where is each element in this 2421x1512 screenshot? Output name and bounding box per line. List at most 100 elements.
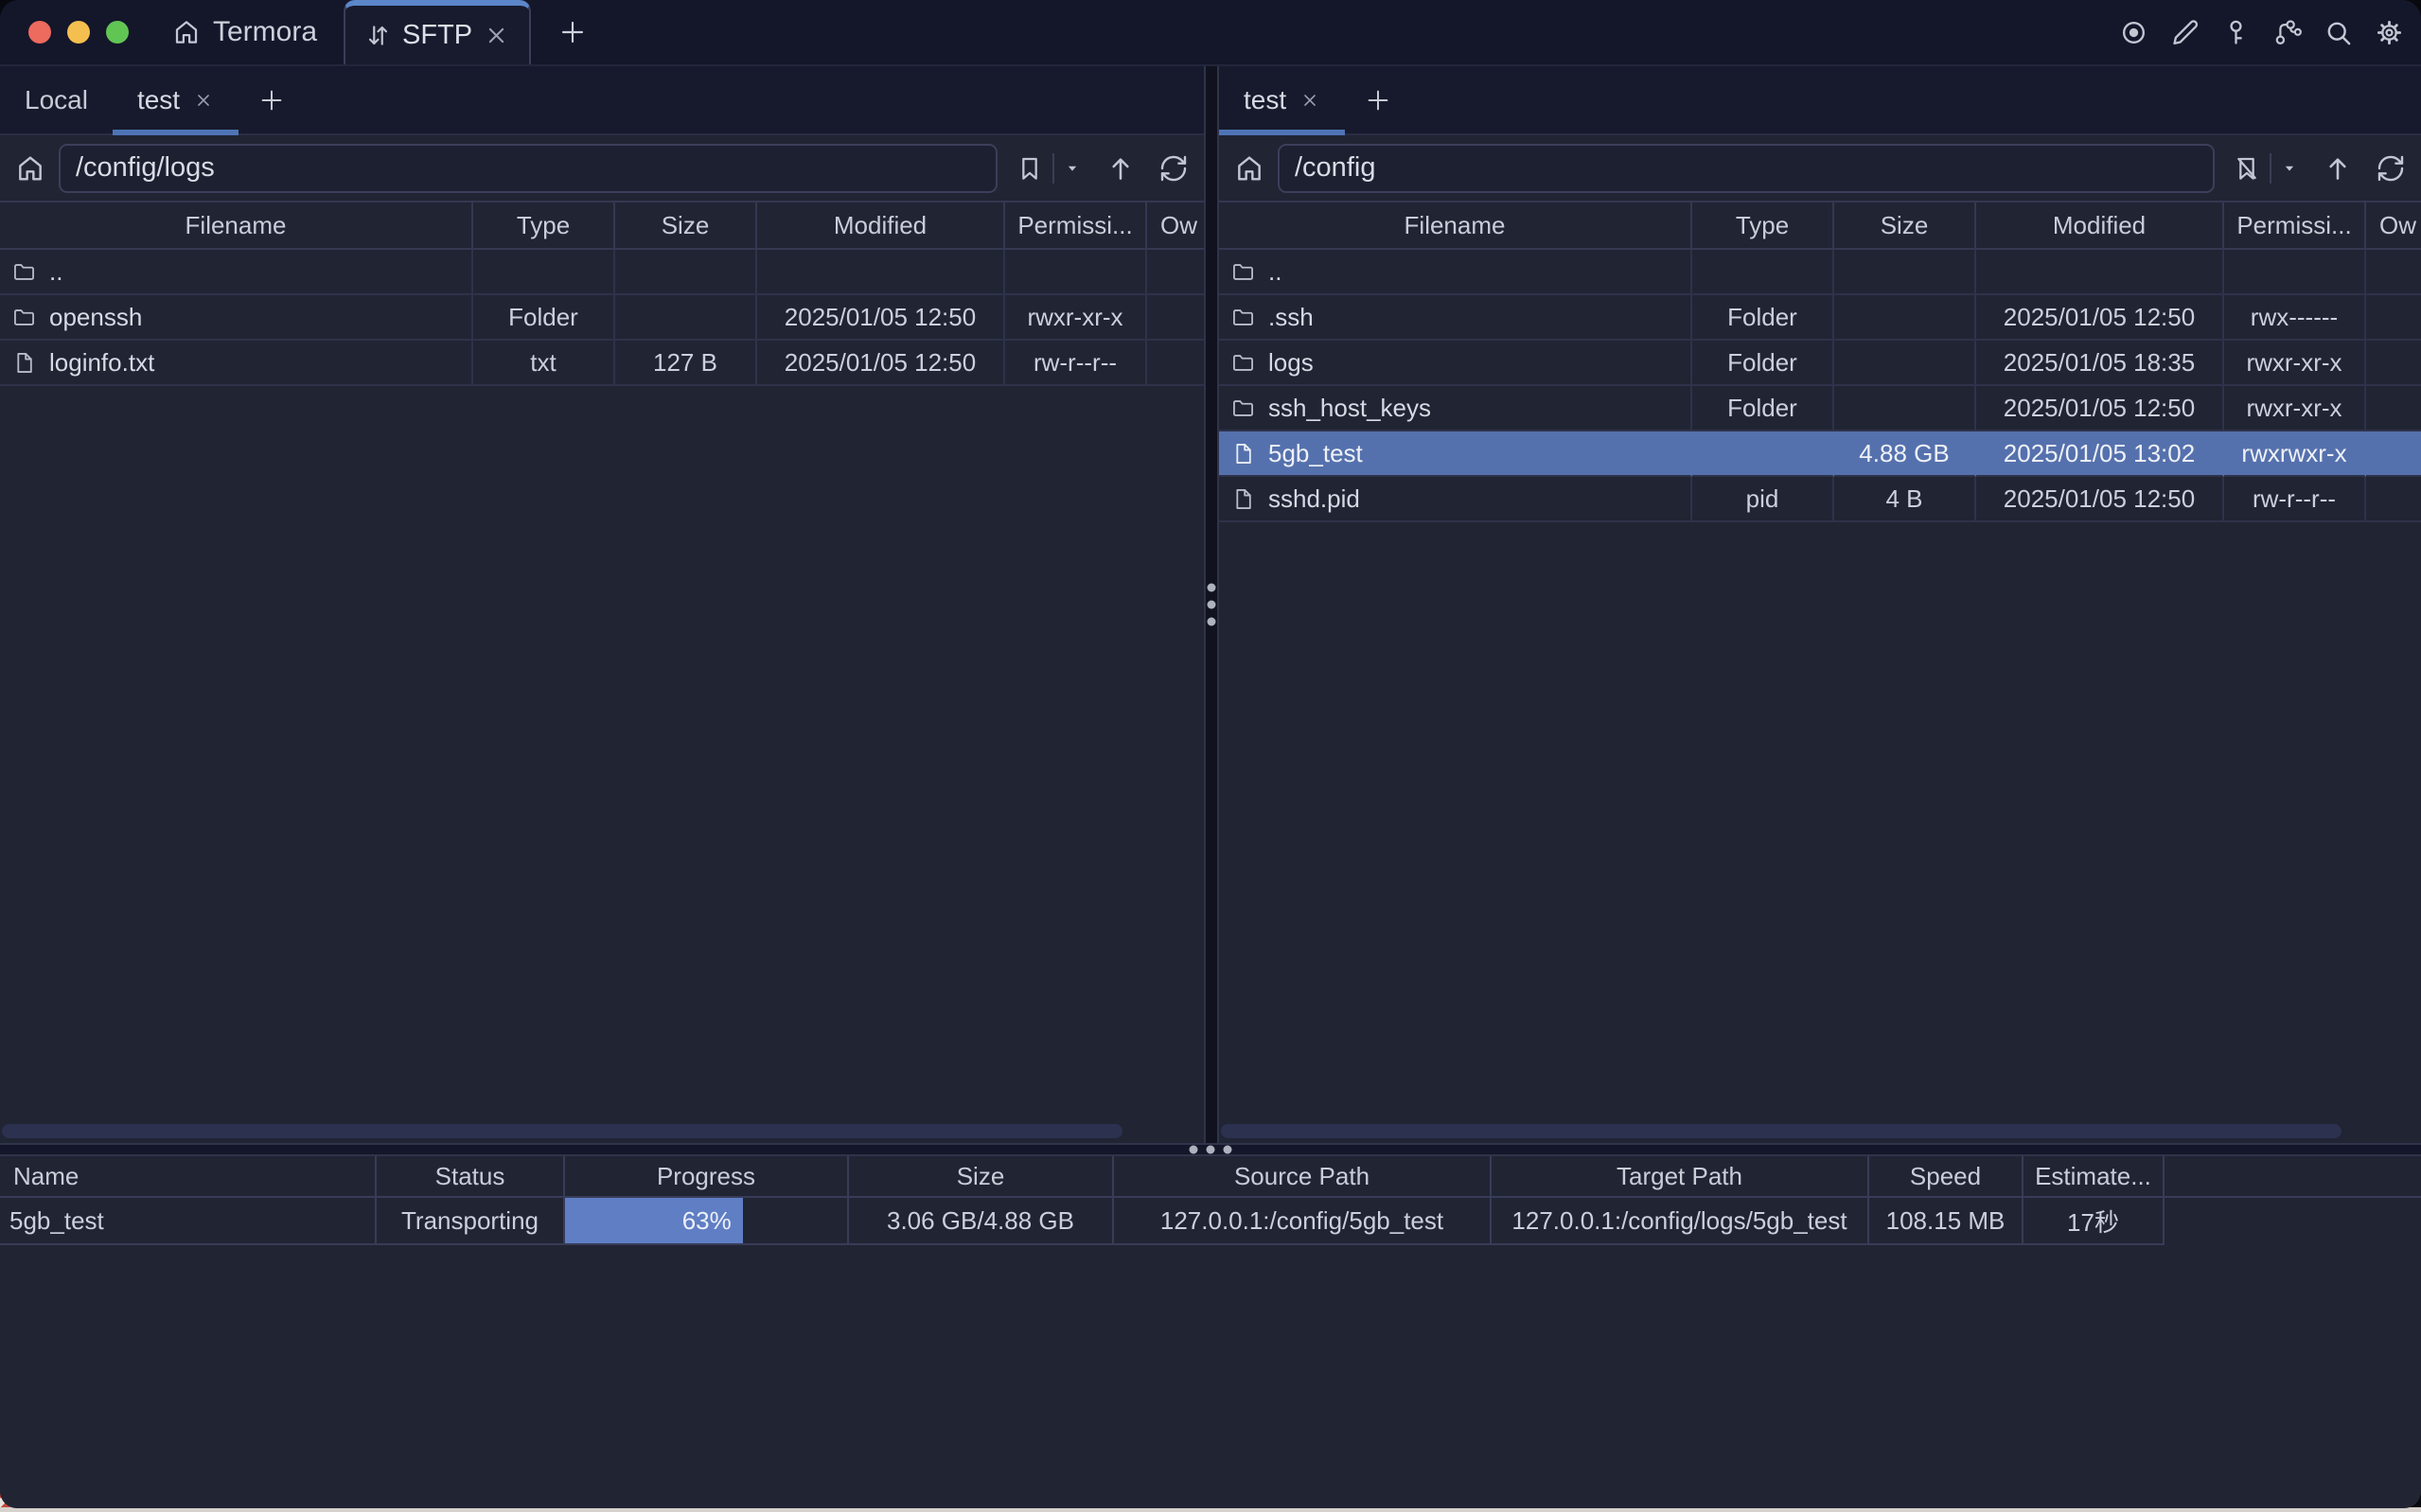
search-icon[interactable]: [2324, 18, 2353, 47]
file-row[interactable]: ssh_host_keysFolder2025/01/05 12:50rwxr-…: [1219, 386, 2421, 431]
chevron-down-icon[interactable]: [1064, 160, 1081, 177]
file-row[interactable]: .sshFolder2025/01/05 12:50rwx------: [1219, 295, 2421, 341]
column-header-status[interactable]: Status: [377, 1156, 565, 1198]
transfer-cell-size: 3.06 GB/4.88 GB: [849, 1198, 1114, 1245]
file-cell-owner: [1147, 250, 1204, 295]
filename-cell: ..: [1219, 250, 1692, 295]
file-row[interactable]: 5gb_test4.88 GB2025/01/05 13:02rwxrwxr-x: [1219, 431, 2421, 477]
left-horizontal-scrollbar[interactable]: [2, 1124, 1122, 1138]
file-icon: [1230, 441, 1256, 466]
column-header-name[interactable]: Filename: [0, 201, 473, 250]
close-tab-icon[interactable]: [193, 90, 214, 111]
file-cell-modified: 2025/01/05 12:50: [757, 341, 1005, 386]
right-path-input[interactable]: [1280, 152, 2213, 184]
column-header-modified[interactable]: Modified: [1976, 201, 2224, 250]
file-cell-type: pid: [1692, 477, 1834, 522]
column-header-owner[interactable]: Ow: [1147, 201, 1204, 250]
left-new-tab-button[interactable]: [239, 66, 305, 133]
transfer-cell-source: 127.0.0.1:/config/5gb_test: [1114, 1198, 1492, 1245]
settings-icon[interactable]: [2375, 18, 2404, 47]
file-cell-size: 4 B: [1834, 477, 1976, 522]
transfer-cell-status: Transporting: [377, 1198, 565, 1245]
folder-icon: [1230, 350, 1256, 376]
column-header-permissions[interactable]: Permissi...: [1005, 201, 1147, 250]
column-header-source[interactable]: Source Path: [1114, 1156, 1492, 1198]
file-row[interactable]: opensshFolder2025/01/05 12:50rwxr-xr-x: [0, 295, 1204, 341]
transfer-cell-progress: 63%: [565, 1198, 849, 1245]
file-row[interactable]: sshd.pidpid4 B2025/01/05 12:50rw-r--r--: [1219, 477, 2421, 522]
file-row[interactable]: ..: [0, 250, 1204, 295]
filename-cell: .ssh: [1219, 295, 1692, 341]
file-row[interactable]: logsFolder2025/01/05 18:35rwxr-xr-x: [1219, 341, 2421, 386]
refresh-icon[interactable]: [1158, 153, 1189, 184]
filename-cell: sshd.pid: [1219, 477, 1692, 522]
file-row[interactable]: loginfo.txttxt127 B2025/01/05 12:50rw-r-…: [0, 341, 1204, 386]
home-icon[interactable]: [1234, 153, 1264, 184]
record-icon[interactable]: [2119, 18, 2148, 47]
column-header-estimate[interactable]: Estimate...: [2023, 1156, 2165, 1198]
tab-local-label: Local: [25, 85, 88, 115]
filename-label: loginfo.txt: [49, 348, 154, 378]
refresh-icon[interactable]: [2376, 153, 2406, 184]
bookmark-off-icon[interactable]: [2232, 153, 2262, 184]
column-header-progress[interactable]: Progress: [565, 1156, 849, 1198]
file-cell-modified: 2025/01/05 12:50: [1976, 295, 2224, 341]
right-file-table: FilenameTypeSizeModifiedPermissi...Ow...…: [1219, 201, 2421, 1143]
tab-sftp[interactable]: SFTP: [344, 0, 531, 64]
tab-test-left[interactable]: test: [113, 66, 239, 133]
file-cell-permissions: rw-r--r--: [1005, 341, 1147, 386]
column-header-type[interactable]: Type: [1692, 201, 1834, 250]
minimize-window-button[interactable]: [67, 21, 90, 44]
left-path-input[interactable]: [61, 152, 996, 184]
transfer-cell-estimate: 17秒: [2023, 1198, 2165, 1245]
column-header-permissions[interactable]: Permissi...: [2224, 201, 2366, 250]
tab-test-right[interactable]: test: [1219, 66, 1345, 133]
file-cell-type: [1692, 431, 1834, 477]
folder-icon: [11, 305, 37, 330]
column-header-size[interactable]: Size: [615, 201, 757, 250]
chevron-down-icon[interactable]: [2281, 160, 2298, 177]
column-header-modified[interactable]: Modified: [757, 201, 1005, 250]
column-header-size[interactable]: Size: [1834, 201, 1976, 250]
up-directory-icon[interactable]: [2323, 153, 2353, 184]
column-header-name[interactable]: Filename: [1219, 201, 1692, 250]
file-cell-size: [1834, 386, 1976, 431]
panel-splitter[interactable]: [1204, 66, 1219, 1143]
right-toolbar: [1219, 135, 2421, 201]
app-home-tab[interactable]: Termora: [168, 0, 321, 64]
left-panel: Local test: [0, 66, 1204, 1143]
right-new-tab-button[interactable]: [1345, 66, 1411, 133]
edit-icon[interactable]: [2170, 18, 2200, 47]
maximize-window-button[interactable]: [106, 21, 129, 44]
keychain-icon[interactable]: [2272, 18, 2302, 47]
left-panel-tabs: Local test: [0, 66, 1204, 135]
transfer-header-filler: [2165, 1156, 2421, 1198]
column-header-size[interactable]: Size: [849, 1156, 1114, 1198]
column-header-type[interactable]: Type: [473, 201, 615, 250]
column-header-owner[interactable]: Ow: [2366, 201, 2421, 250]
up-directory-icon[interactable]: [1105, 153, 1136, 184]
transfer-splitter[interactable]: [0, 1143, 2421, 1156]
tab-test-label: test: [137, 85, 180, 115]
app-window: Termora SFTP Local test: [0, 0, 2421, 1508]
plus-icon: [557, 17, 588, 47]
close-window-button[interactable]: [28, 21, 51, 44]
close-tab-icon[interactable]: [1299, 90, 1320, 111]
new-window-tab-button[interactable]: [540, 0, 605, 64]
home-icon[interactable]: [15, 153, 45, 184]
tab-local[interactable]: Local: [0, 66, 113, 133]
file-row[interactable]: ..: [1219, 250, 2421, 295]
column-header-target[interactable]: Target Path: [1492, 1156, 1869, 1198]
transfer-row[interactable]: 5gb_testTransporting63%3.06 GB/4.88 GB12…: [0, 1198, 2421, 1245]
transfer-cell-name: 5gb_test: [0, 1198, 377, 1245]
column-header-name[interactable]: Name: [0, 1156, 377, 1198]
right-horizontal-scrollbar[interactable]: [1221, 1124, 2341, 1138]
close-tab-icon[interactable]: [483, 22, 510, 49]
bookmark-icon[interactable]: [1015, 153, 1045, 184]
key-icon[interactable]: [2221, 18, 2251, 47]
file-cell-size: [615, 295, 757, 341]
transfer-cell-speed: 108.15 MB: [1869, 1198, 2023, 1245]
filename-label: ..: [49, 257, 62, 287]
filename-cell: 5gb_test: [1219, 431, 1692, 477]
column-header-speed[interactable]: Speed: [1869, 1156, 2023, 1198]
